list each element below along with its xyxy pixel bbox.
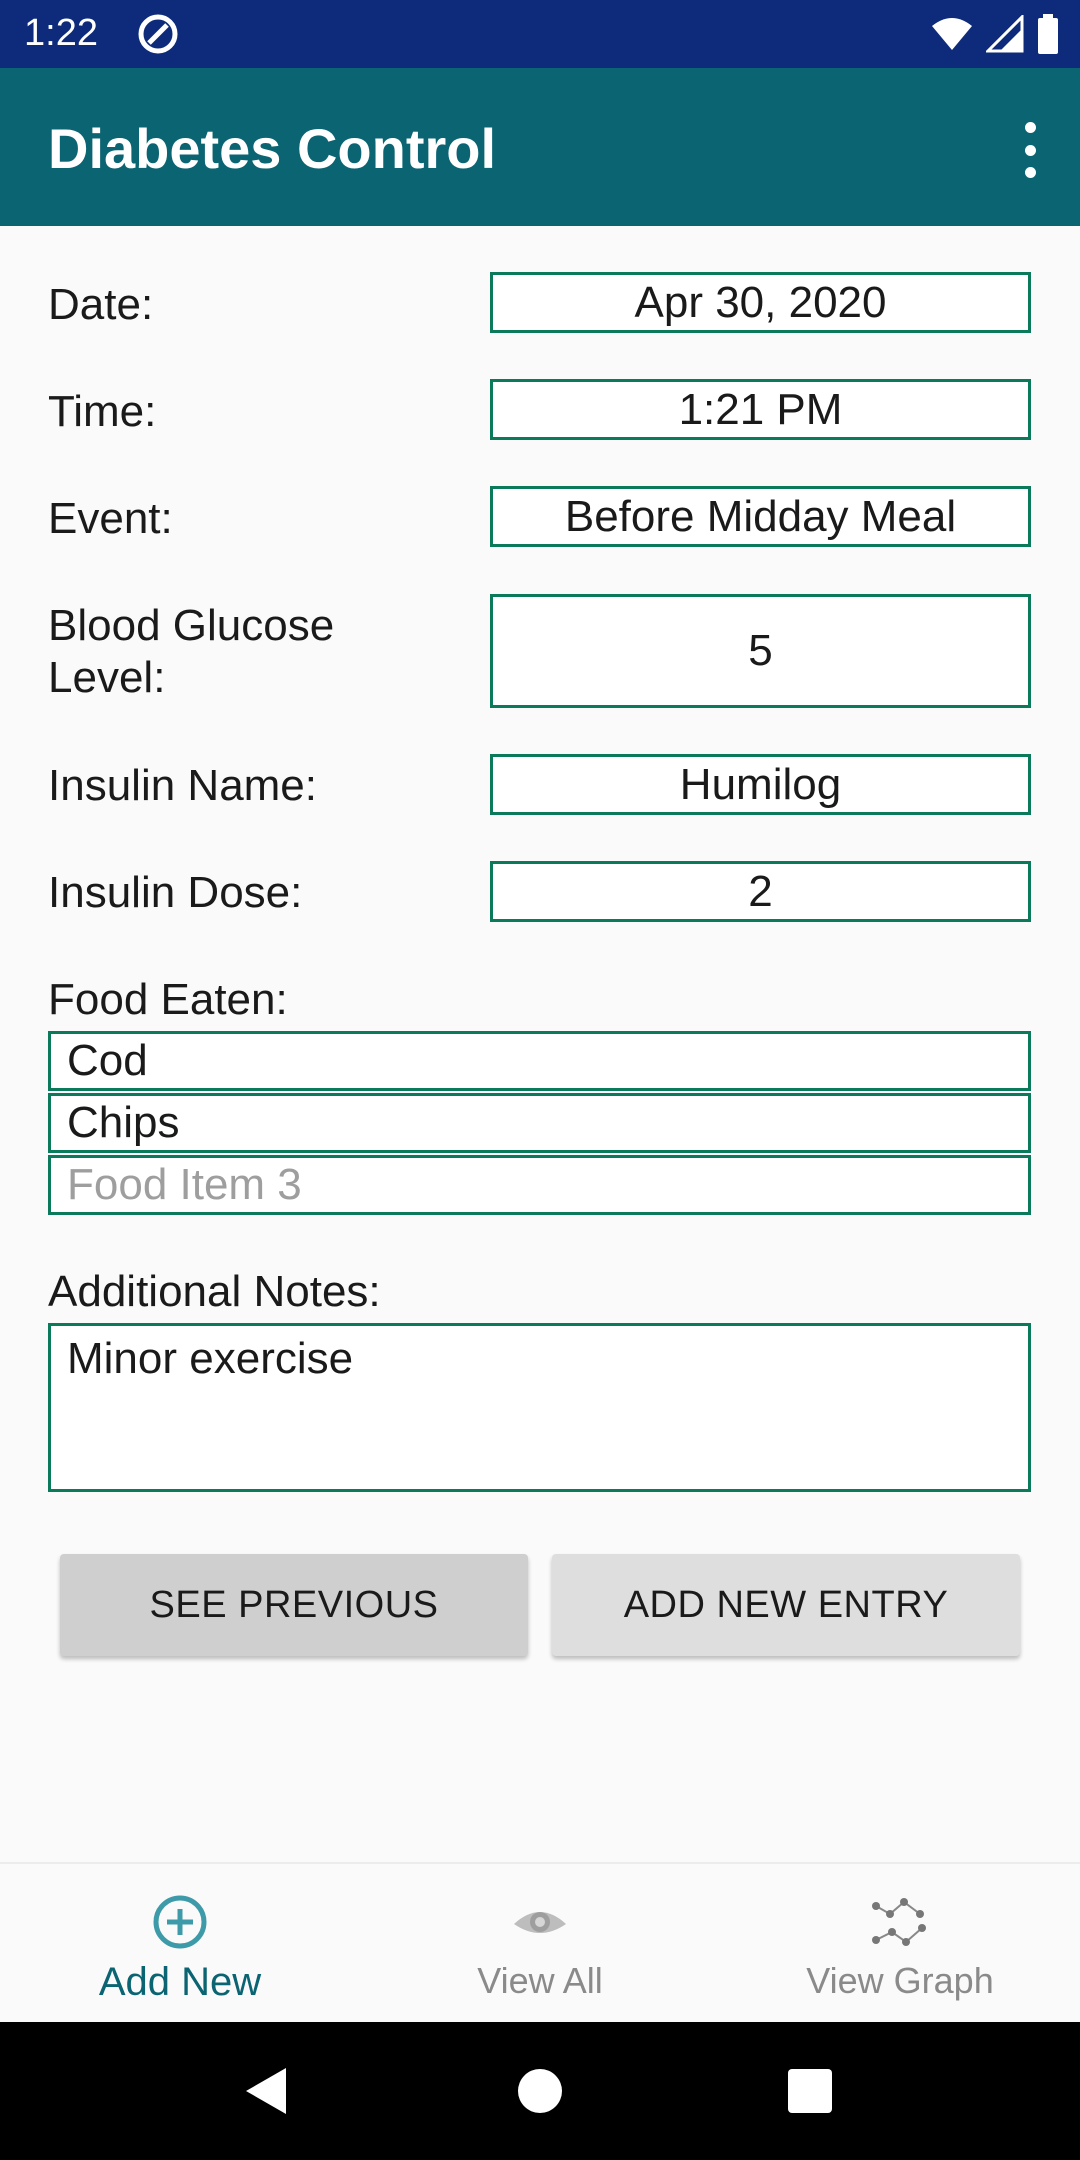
glucose-field[interactable]: 5 (490, 594, 1031, 708)
glucose-label: Blood Glucose Level: (48, 600, 334, 704)
nav-view-all-label: View All (477, 1960, 603, 2001)
graph-icon (872, 1898, 926, 1946)
insulin-dose-field[interactable]: 2 (490, 861, 1031, 922)
status-icons (930, 12, 1060, 56)
home-icon[interactable] (516, 2067, 564, 2115)
glucose-label-line2: Level: (48, 653, 166, 702)
recents-icon[interactable] (786, 2067, 834, 2115)
bottom-navigation: Add New View All View Graph (0, 1862, 1080, 2022)
event-label: Event: (48, 494, 173, 543)
nav-view-all[interactable]: View All (360, 1864, 720, 2024)
status-bar: 1:22 (0, 0, 1080, 68)
wifi-icon (932, 18, 972, 50)
date-field[interactable]: Apr 30, 2020 (490, 272, 1031, 333)
food-eaten-label: Food Eaten: (48, 975, 288, 1024)
nav-view-graph[interactable]: View Graph (720, 1864, 1080, 2024)
insulin-name-label: Insulin Name: (48, 761, 318, 810)
add-new-entry-button[interactable]: ADD NEW ENTRY (552, 1554, 1020, 1656)
glucose-label-line1: Blood Glucose (48, 601, 335, 650)
notes-field[interactable]: Minor exercise (48, 1323, 1031, 1492)
status-time: 1:22 (24, 12, 98, 54)
app-bar: Diabetes Control (0, 68, 1080, 226)
food-item-2-field[interactable]: Chips (48, 1093, 1031, 1153)
notes-label: Additional Notes: (48, 1267, 381, 1316)
cell-signal-icon (986, 15, 1024, 53)
date-label: Date: (48, 280, 154, 329)
eye-icon (514, 1912, 566, 1933)
event-field[interactable]: Before Midday Meal (490, 486, 1031, 547)
insulin-name-field[interactable]: Humilog (490, 754, 1031, 815)
see-previous-button[interactable]: SEE PREVIOUS (60, 1554, 528, 1656)
overflow-menu-icon[interactable] (1016, 122, 1044, 178)
app-title: Diabetes Control (48, 117, 497, 180)
food-item-1-field[interactable]: Cod (48, 1031, 1031, 1091)
time-field[interactable]: 1:21 PM (490, 379, 1031, 440)
nav-add-new[interactable]: Add New (0, 1864, 360, 2024)
insulin-dose-label: Insulin Dose: (48, 868, 303, 917)
battery-icon (1038, 14, 1058, 54)
entry-form: Date: Apr 30, 2020 Time: 1:21 PM Event: … (0, 226, 1080, 1862)
food-item-3-field[interactable]: Food Item 3 (48, 1155, 1031, 1215)
back-icon[interactable] (242, 2066, 292, 2116)
notification-app-icon (138, 14, 178, 54)
nav-add-new-label: Add New (98, 1960, 262, 2004)
system-navigation-bar (0, 2022, 1080, 2160)
nav-view-graph-label: View Graph (806, 1960, 994, 2001)
time-label: Time: (48, 387, 157, 436)
add-circle-icon (153, 1895, 207, 1949)
